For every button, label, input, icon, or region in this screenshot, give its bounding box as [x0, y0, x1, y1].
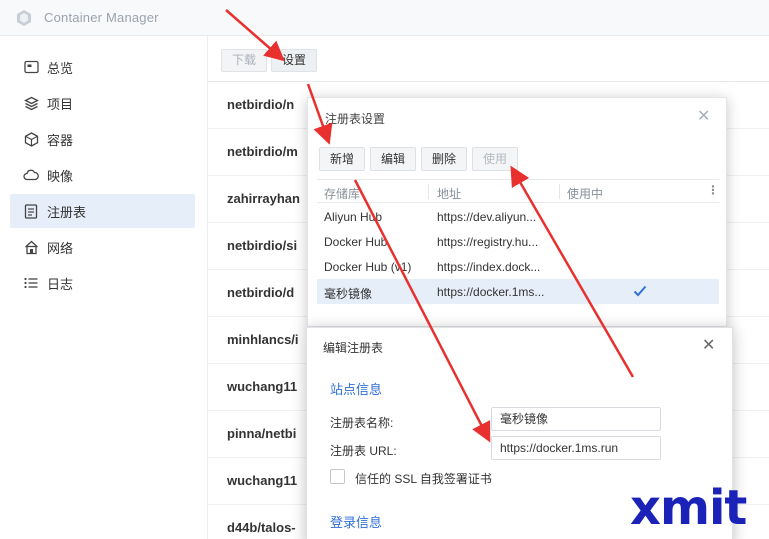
table-row[interactable]: Docker Hub https://registry.hu...	[317, 229, 719, 254]
sidebar-item-label: 网络	[47, 240, 74, 256]
settings-button[interactable]: 设置	[271, 49, 318, 72]
sidebar-item-project[interactable]: 项目	[10, 86, 195, 120]
registry-name: 毫秒镜像	[324, 287, 373, 301]
close-icon[interactable]: ✕	[702, 338, 715, 354]
column-header-address[interactable]: 地址	[437, 185, 461, 202]
image-name: pinna/netbi	[227, 426, 297, 441]
sidebar-item-network[interactable]: 网络	[10, 230, 195, 264]
registry-name: Aliyun Hub	[324, 210, 383, 224]
image-name: minhlancs/i	[227, 332, 299, 347]
column-divider	[428, 184, 429, 199]
registry-url: https://index.dock...	[437, 260, 541, 274]
network-icon	[23, 239, 39, 255]
trust-ssl-label: 信任的 SSL 自我签署证书	[355, 472, 492, 486]
titlebar: Container Manager	[0, 0, 769, 36]
registry-name-input[interactable]: 毫秒镜像	[491, 407, 661, 431]
sidebar-item-overview[interactable]: 总览	[10, 50, 195, 84]
checkmark-icon	[633, 285, 647, 297]
sidebar-item-label: 日志	[47, 276, 74, 292]
image-cloud-icon	[23, 167, 39, 183]
sidebar-item-label: 项目	[47, 96, 74, 112]
image-name: wuchang11	[227, 473, 298, 488]
registry-icon	[23, 203, 39, 219]
edit-registry-button[interactable]: 编辑	[370, 147, 417, 171]
sidebar-item-registry[interactable]: 注册表	[10, 194, 195, 228]
delete-registry-button[interactable]: 删除	[421, 147, 468, 171]
app-title: Container Manager	[44, 10, 159, 25]
overview-icon	[23, 59, 39, 75]
image-name: zahirrayhan	[227, 191, 300, 206]
sidebar-item-label: 容器	[47, 132, 74, 148]
registry-settings-dialog: 注册表设置 ✕ 新增 编辑 删除 使用 存储库 地址 使用中 ⋮ Aliyun …	[307, 97, 727, 327]
use-registry-button[interactable]: 使用	[472, 147, 519, 171]
registry-url: https://registry.hu...	[437, 235, 539, 249]
watermark-logo: xmit	[630, 480, 747, 536]
registry-url: https://docker.1ms...	[437, 285, 545, 299]
sidebar-item-label: 注册表	[47, 204, 87, 220]
sidebar-item-label: 总览	[47, 60, 74, 76]
main-toolbar: 下载 设置	[208, 36, 769, 82]
log-list-icon	[23, 275, 39, 291]
add-registry-button[interactable]: 新增	[319, 147, 366, 171]
dialog-title: 注册表设置	[325, 112, 386, 126]
column-divider	[559, 184, 560, 199]
container-manager-logo-icon	[17, 10, 31, 26]
trust-ssl-checkbox[interactable]	[330, 469, 345, 484]
table-row-selected[interactable]: 毫秒镜像 https://docker.1ms...	[317, 279, 719, 304]
image-name: d44b/talos-	[227, 520, 296, 535]
sidebar-item-label: 映像	[47, 168, 74, 184]
sidebar-item-image[interactable]: 映像	[10, 158, 195, 192]
login-info-section-title: 登录信息	[330, 515, 383, 530]
dialog-title: 编辑注册表	[323, 341, 384, 355]
image-name: wuchang11	[227, 379, 298, 394]
download-button[interactable]: 下载	[221, 49, 268, 72]
registry-url-label: 注册表 URL:	[330, 444, 397, 458]
image-name: netbirdio/d	[227, 285, 295, 300]
project-icon	[23, 95, 39, 111]
sidebar-item-log[interactable]: 日志	[10, 266, 195, 300]
table-row[interactable]: Docker Hub (v1) https://index.dock...	[317, 254, 719, 279]
registry-name: Docker Hub	[324, 235, 388, 249]
registry-table-header: 存储库 地址 使用中 ⋮	[317, 179, 719, 203]
sidebar-item-container[interactable]: 容器	[10, 122, 195, 156]
column-header-repo[interactable]: 存储库	[324, 185, 360, 202]
column-menu-icon[interactable]: ⋮	[707, 183, 719, 197]
site-info-section-title: 站点信息	[330, 382, 383, 397]
registry-name-label: 注册表名称:	[330, 416, 394, 430]
container-icon	[23, 131, 39, 147]
registry-url: https://dev.aliyun...	[437, 210, 537, 224]
sidebar: 总览 项目 容器 映像 注册表 网络 日志	[0, 36, 207, 539]
registry-name: Docker Hub (v1)	[324, 260, 412, 274]
table-row[interactable]: Aliyun Hub https://dev.aliyun...	[317, 204, 719, 229]
image-name: netbirdio/n	[227, 97, 295, 112]
image-name: netbirdio/m	[227, 144, 298, 159]
registry-url-input[interactable]: https://docker.1ms.run	[491, 436, 661, 460]
close-icon[interactable]: ✕	[697, 109, 710, 125]
image-name: netbirdio/si	[227, 238, 298, 253]
column-header-in-use[interactable]: 使用中	[567, 185, 603, 202]
